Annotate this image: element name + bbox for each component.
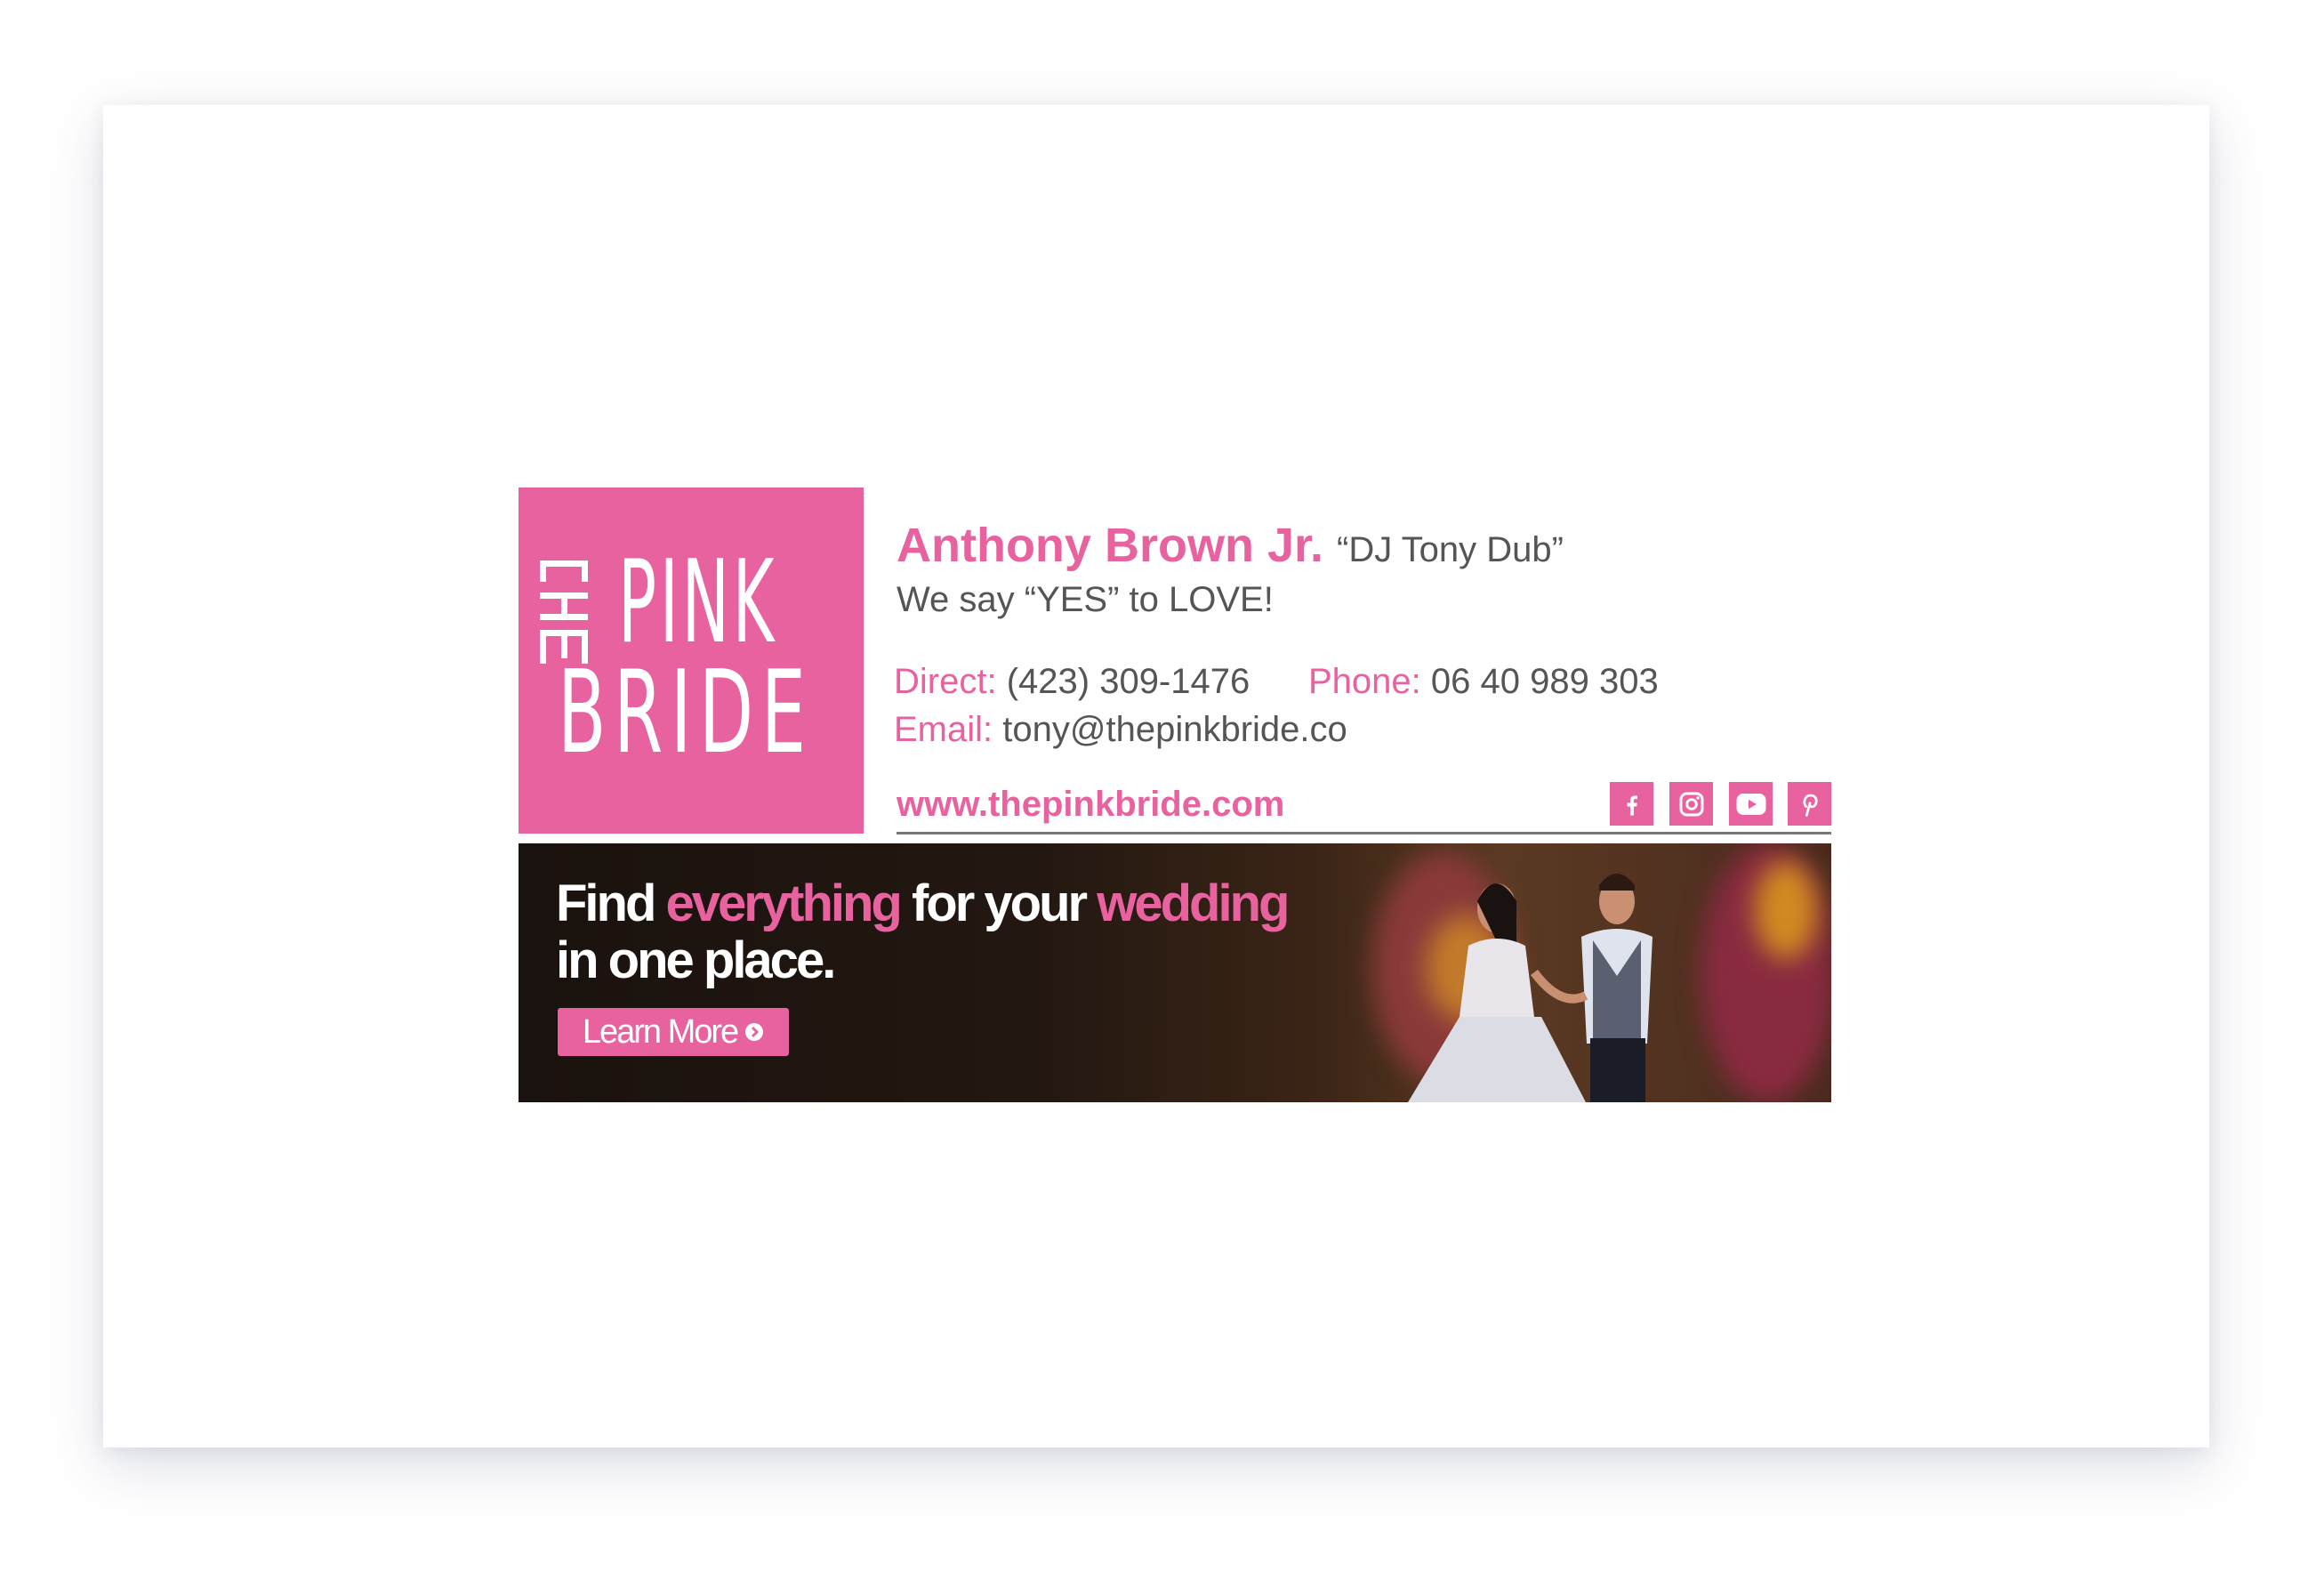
youtube-icon[interactable]: [1729, 782, 1773, 826]
instagram-icon[interactable]: [1669, 782, 1713, 826]
email-label: Email:: [894, 710, 993, 749]
facebook-icon[interactable]: [1610, 782, 1653, 826]
tagline: We say “YES” to LOVE!: [897, 580, 1274, 619]
signature-card: [103, 105, 2209, 1447]
phone-label: Phone:: [1308, 662, 1421, 701]
chevron-circle-right-icon: [745, 1023, 764, 1041]
email-link[interactable]: tony@thepinkbride.co: [1002, 710, 1347, 749]
name-text: Anthony Brown Jr.: [897, 519, 1324, 572]
logo-bride-text: BRIDE: [558, 647, 814, 779]
logo-pink-text: PINK: [618, 536, 778, 669]
learn-more-label: Learn More: [582, 1012, 739, 1051]
divider: [897, 832, 1831, 834]
headline-find: Find: [556, 875, 656, 932]
phone-line: Phone: 06 40 989 303: [1308, 662, 1659, 702]
headline-for-your: for your: [911, 875, 1088, 932]
headline-in-one-place: in one place.: [556, 931, 836, 989]
promo-banner[interactable]: Find everything for your wedding in one …: [519, 843, 1831, 1102]
banner-headline: Find everything for your wedding in one …: [556, 875, 1290, 989]
signature-name: Anthony Brown Jr. “DJ Tony Dub”: [897, 518, 1564, 573]
direct-value[interactable]: (423) 309-1476: [1007, 662, 1250, 701]
couple-photo: [1408, 874, 1653, 1102]
phone-value[interactable]: 06 40 989 303: [1431, 662, 1659, 701]
learn-more-button[interactable]: Learn More: [558, 1008, 789, 1056]
direct-line: Direct: (423) 309-1476: [894, 662, 1250, 702]
flowers-right-accent: [1755, 861, 1817, 959]
headline-wedding: wedding: [1097, 875, 1290, 932]
direct-label: Direct:: [894, 662, 997, 701]
pink-bride-logo: PINK BRIDE: [519, 488, 864, 834]
email-line: Email: tony@thepinkbride.co: [894, 710, 1347, 750]
website-link[interactable]: www.thepinkbride.com: [897, 785, 1284, 825]
headline-everything: everything: [665, 875, 903, 932]
nickname: “DJ Tony Dub”: [1337, 530, 1564, 569]
pinterest-icon[interactable]: [1788, 782, 1831, 826]
